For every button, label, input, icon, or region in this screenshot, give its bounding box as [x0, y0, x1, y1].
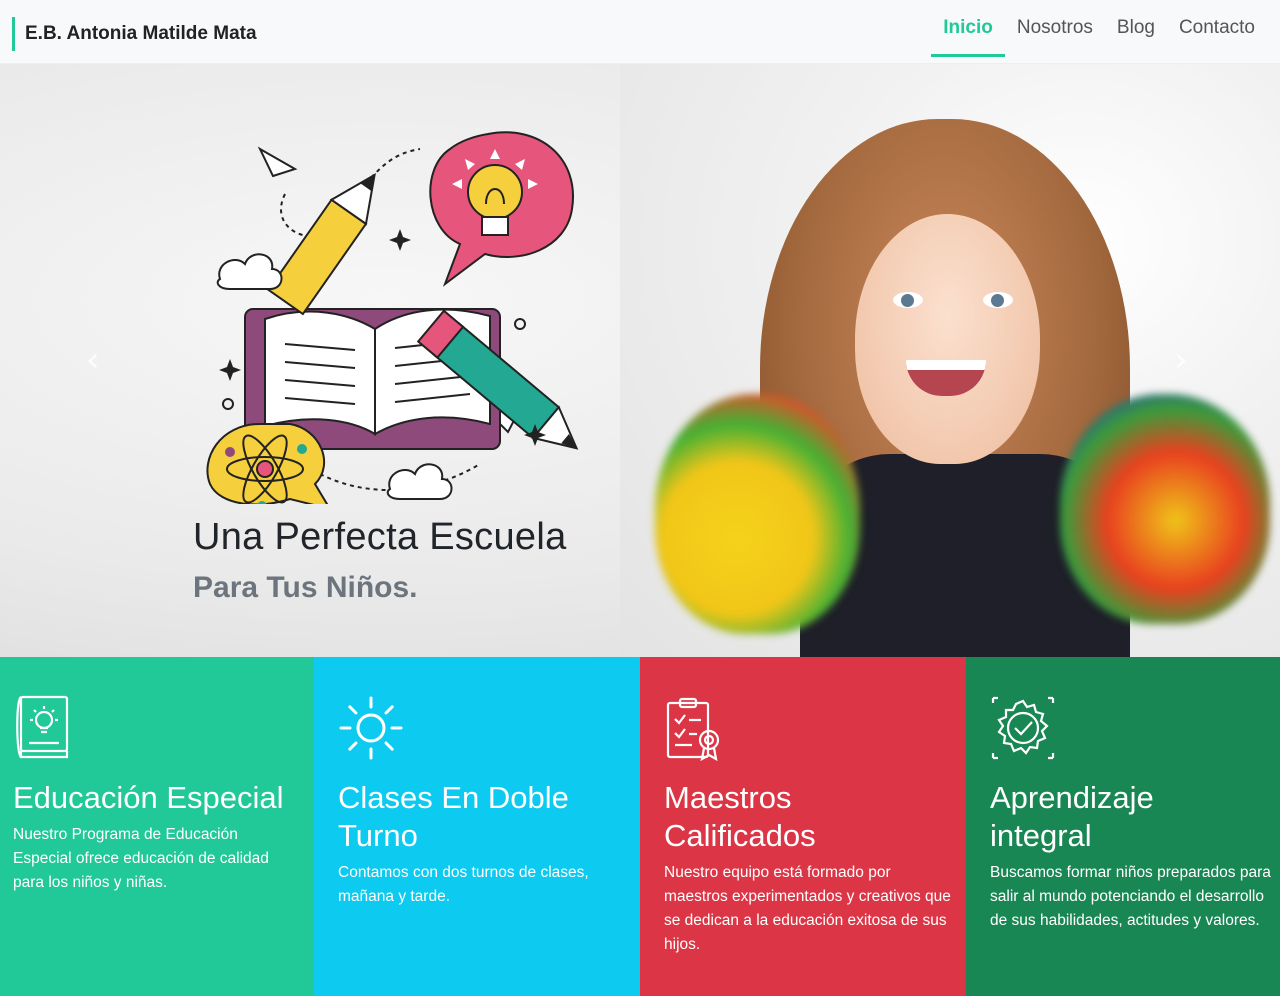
- nav-link-contacto[interactable]: Contacto: [1167, 0, 1267, 56]
- girl-eye-right: [983, 292, 1013, 308]
- hero-title: Una Perfecta Escuela: [193, 516, 567, 558]
- feature-card-aprendizaje-integral: Aprendizaje integral Buscamos formar niñ…: [966, 657, 1280, 996]
- feature-card-clases-doble-turno: Clases En Doble Turno Contamos con dos t…: [314, 657, 640, 996]
- feature-text: Nuestro Programa de Educación Especial o…: [13, 826, 269, 891]
- feature-card-educacion-especial: Educación Especial Nuestro Programa de E…: [0, 657, 314, 996]
- hero-subtitle: Para Tus Niños.: [193, 571, 418, 604]
- features-section: Educación Especial Nuestro Programa de E…: [0, 657, 1280, 996]
- feature-title: Clases En Doble Turno: [338, 780, 569, 853]
- feature-title: Educación Especial: [13, 780, 284, 815]
- girl-eye-left: [893, 292, 923, 308]
- carousel-prev-button[interactable]: ‹: [86, 340, 100, 380]
- feature-text: Contamos con dos turnos de clases, mañan…: [338, 864, 589, 905]
- nav-menu: Inicio Nosotros Blog Contacto: [931, 0, 1280, 64]
- feature-title: Maestros Calificados: [664, 780, 816, 853]
- chevron-left-icon: ‹: [86, 340, 100, 380]
- school-doodle-illustration: [206, 131, 579, 504]
- navbar: E.B. Antonia Matilde Mata Inicio Nosotro…: [0, 0, 1280, 64]
- girl-face: [855, 214, 1040, 464]
- painted-hand-right: [1060, 394, 1270, 624]
- brand-logo[interactable]: E.B. Antonia Matilde Mata: [12, 17, 257, 51]
- gear-check-icon: [991, 696, 1055, 760]
- feature-text: Buscamos formar niños preparados para sa…: [990, 864, 1271, 929]
- nav-link-nosotros[interactable]: Nosotros: [1005, 0, 1105, 56]
- hero-carousel: ‹ › Una Perfecta Escuela Para Tus Niños.: [0, 64, 1280, 657]
- carousel-next-button[interactable]: ›: [1174, 340, 1188, 380]
- feature-card-maestros-calificados: Maestros Calificados Nuestro equipo está…: [640, 657, 966, 996]
- nav-link-inicio[interactable]: Inicio: [931, 0, 1005, 57]
- certificate-icon: [666, 697, 720, 761]
- sun-icon: [339, 696, 403, 760]
- book-idea-icon: [16, 695, 69, 759]
- chevron-right-icon: ›: [1174, 340, 1188, 380]
- painted-hand-left: [655, 394, 860, 634]
- feature-text: Nuestro equipo está formado por maestros…: [664, 864, 951, 953]
- feature-title: Aprendizaje integral: [990, 780, 1154, 853]
- nav-link-blog[interactable]: Blog: [1105, 0, 1167, 56]
